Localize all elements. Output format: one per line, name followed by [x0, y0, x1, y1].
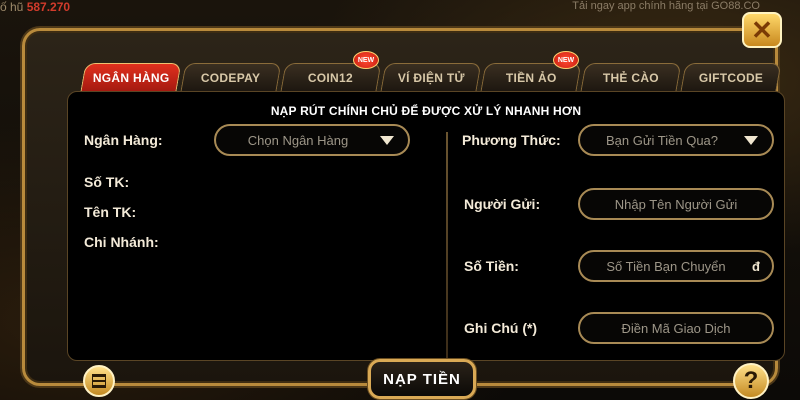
- currency-symbol: đ: [752, 258, 760, 274]
- amount-input[interactable]: Số Tiền Bạn Chuyển đ: [578, 250, 774, 282]
- tab-giftcode[interactable]: GIFTCODE: [680, 63, 782, 91]
- sender-label: Người Gửi:: [464, 196, 541, 212]
- chevron-down-icon: [380, 135, 394, 145]
- history-menu-button[interactable]: [83, 365, 115, 397]
- bank-select[interactable]: Chọn Ngân Hàng: [214, 124, 410, 156]
- sender-input-placeholder: Nhập Tên Người Gửi: [614, 196, 738, 212]
- tab-ngan-hang[interactable]: NGÂN HÀNG: [80, 63, 182, 91]
- tab-label: CODEPAY: [201, 70, 261, 85]
- tab-codepay[interactable]: CODEPAY: [180, 63, 282, 91]
- jackpot-readout: ố hũ 587.270: [0, 0, 70, 14]
- close-icon: ✕: [751, 14, 773, 45]
- tab-tien-ao[interactable]: TIỀN ẢO NEW: [480, 51, 582, 91]
- deposit-dialog: NGÂN HÀNG CODEPAY COIN12 NEW VÍ ĐIỆN TỬ T…: [22, 28, 785, 399]
- tab-label: COIN12: [308, 70, 354, 85]
- deposit-submit-button[interactable]: NẠP TIỀN: [368, 359, 476, 399]
- jackpot-value: 587.270: [26, 0, 71, 14]
- column-divider: [446, 132, 448, 358]
- list-icon: [92, 374, 106, 388]
- account-number-label: Số TK:: [84, 174, 130, 190]
- tab-coin12[interactable]: COIN12 NEW: [280, 51, 382, 91]
- panel-heading: NẠP RÚT CHÍNH CHỦ ĐỂ ĐƯỢC XỬ LÝ NHANH HƠ…: [270, 104, 582, 118]
- tab-the-cao[interactable]: THẺ CÀO: [580, 63, 682, 91]
- help-button[interactable]: ?: [733, 363, 769, 399]
- bank-deposit-panel: NẠP RÚT CHÍNH CHỦ ĐỂ ĐƯỢC XỬ LÝ NHANH HƠ…: [67, 91, 785, 361]
- new-badge: NEW: [352, 51, 379, 69]
- jackpot-label: ố hũ: [0, 0, 24, 14]
- payment-tabs: NGÂN HÀNG CODEPAY COIN12 NEW VÍ ĐIỆN TỬ T…: [80, 51, 782, 91]
- new-badge: NEW: [552, 51, 579, 69]
- tab-label: TIỀN ẢO: [505, 70, 557, 85]
- amount-label: Số Tiền:: [464, 258, 519, 274]
- transaction-code-input[interactable]: Điền Mã Giao Dịch: [578, 312, 774, 344]
- method-select[interactable]: Bạn Gửi Tiền Qua?: [578, 124, 774, 156]
- transaction-code-placeholder: Điền Mã Giao Dịch: [621, 320, 731, 336]
- branch-label: Chi Nhánh:: [84, 234, 159, 250]
- method-label: Phương Thức:: [462, 132, 561, 148]
- chevron-down-icon: [744, 135, 758, 145]
- tab-label: VÍ ĐIỆN TỬ: [397, 70, 465, 85]
- amount-input-placeholder: Số Tiền Bạn Chuyển: [606, 258, 726, 274]
- bank-select-placeholder: Chọn Ngân Hàng: [247, 132, 349, 148]
- tab-label: THẺ CÀO: [602, 70, 659, 85]
- tab-vi-dien-tu[interactable]: VÍ ĐIỆN TỬ: [380, 63, 482, 91]
- tab-label: NGÂN HÀNG: [92, 70, 170, 85]
- tab-label: GIFTCODE: [698, 70, 764, 85]
- close-button[interactable]: ✕: [742, 12, 782, 48]
- sender-input[interactable]: Nhập Tên Người Gửi: [578, 188, 774, 220]
- method-select-placeholder: Bạn Gửi Tiền Qua?: [605, 132, 719, 148]
- note-label: Ghi Chú (*): [464, 320, 538, 336]
- account-name-label: Tên TK:: [84, 204, 137, 220]
- promo-text: Tải ngay app chính hãng tại GO88.CO: [572, 0, 760, 12]
- question-icon: ?: [743, 367, 759, 394]
- bank-label: Ngân Hàng:: [84, 132, 163, 148]
